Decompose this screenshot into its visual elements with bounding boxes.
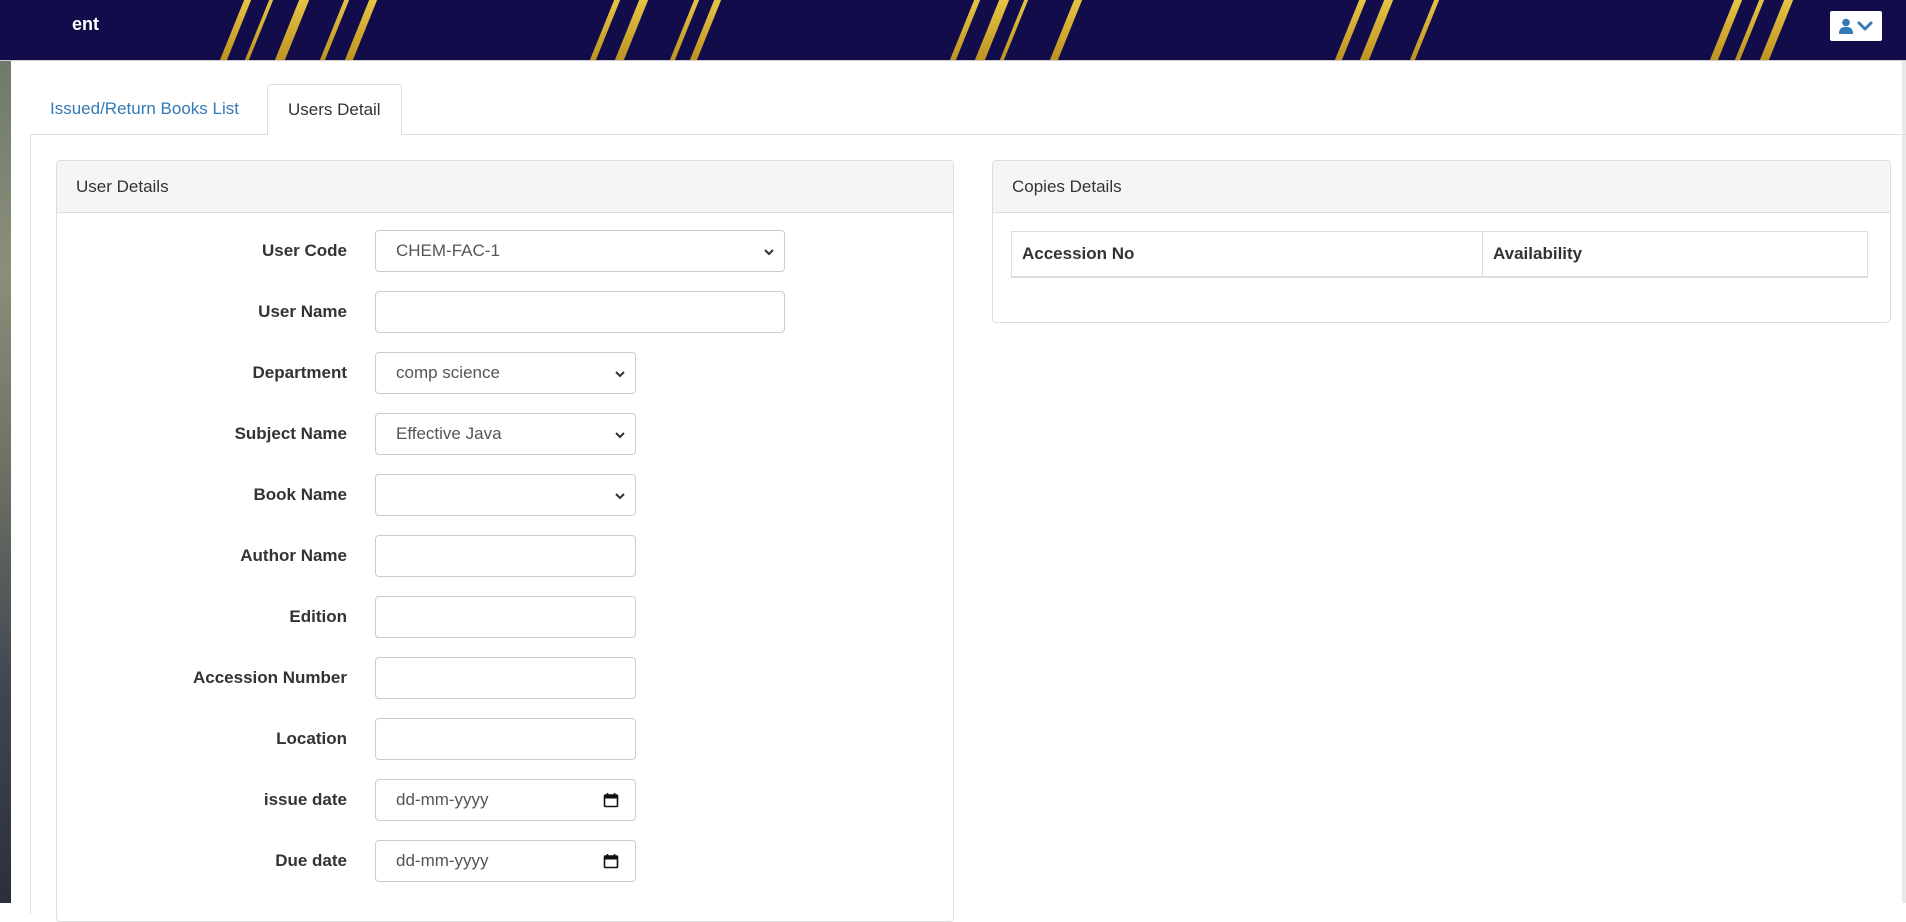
column-header-accession-no[interactable]: Accession No bbox=[1011, 231, 1483, 278]
department-select[interactable]: comp science bbox=[375, 352, 636, 394]
due-date-label: Due date bbox=[275, 851, 347, 870]
banner-stripe bbox=[266, 0, 314, 60]
author-name-input[interactable] bbox=[375, 535, 636, 577]
user-code-label: User Code bbox=[261, 241, 347, 260]
department-label: Department bbox=[252, 363, 347, 382]
user-name-row: User Name bbox=[57, 291, 953, 333]
copies-details-heading: Copies Details bbox=[993, 161, 1890, 213]
issue-date-input[interactable]: dd-mm-yyyy bbox=[375, 779, 636, 821]
subject-name-value: Effective Java bbox=[396, 424, 502, 443]
subject-name-select[interactable]: Effective Java bbox=[375, 413, 636, 455]
author-name-label: Author Name bbox=[240, 546, 347, 565]
tab-users-detail[interactable]: Users Detail bbox=[267, 84, 402, 135]
banner-stripe bbox=[1401, 0, 1444, 60]
edition-input[interactable] bbox=[375, 596, 636, 638]
chevron-down-icon bbox=[615, 493, 625, 500]
copies-table: Accession No Availability bbox=[1011, 231, 1868, 278]
banner-stripe bbox=[1041, 0, 1087, 60]
chevron-down-icon bbox=[615, 432, 625, 439]
calendar-icon[interactable] bbox=[603, 792, 619, 808]
location-label: Location bbox=[276, 729, 347, 748]
user-code-row: User Code CHEM-FAC-1 bbox=[57, 230, 953, 272]
user-code-value: CHEM-FAC-1 bbox=[396, 241, 500, 260]
tab-issued-return-books-list[interactable]: Issued/Return Books List bbox=[30, 84, 259, 134]
chevron-down-icon bbox=[615, 371, 625, 378]
calendar-icon[interactable] bbox=[603, 853, 619, 869]
chevron-down-icon bbox=[764, 249, 774, 256]
book-name-row: Book Name bbox=[57, 474, 953, 516]
user-code-select[interactable]: CHEM-FAC-1 bbox=[375, 230, 785, 272]
accession-number-row: Accession Number bbox=[57, 657, 953, 699]
user-name-input[interactable] bbox=[375, 291, 785, 333]
book-name-select[interactable] bbox=[375, 474, 636, 516]
column-header-availability[interactable]: Availability bbox=[1482, 231, 1868, 278]
copies-details-panel: Copies Details Accession No Availability bbox=[992, 160, 1891, 323]
user-name-label: User Name bbox=[258, 302, 347, 321]
subject-name-row: Subject Name Effective Java bbox=[57, 413, 953, 455]
edition-label: Edition bbox=[289, 607, 347, 626]
tab-bar: Issued/Return Books List Users Detail bbox=[30, 84, 1906, 135]
subject-name-label: Subject Name bbox=[234, 424, 347, 443]
table-header-row: Accession No Availability bbox=[1011, 231, 1868, 278]
top-banner: ent bbox=[0, 0, 1906, 61]
location-row: Location bbox=[57, 718, 953, 760]
book-name-label: Book Name bbox=[253, 485, 347, 504]
issue-date-placeholder: dd-mm-yyyy bbox=[396, 790, 489, 809]
user-details-panel: User Details User Code CHEM-FAC-1 User N… bbox=[56, 160, 954, 922]
banner-stripe bbox=[681, 0, 726, 60]
issue-date-row: issue date dd-mm-yyyy bbox=[57, 779, 953, 821]
department-value: comp science bbox=[396, 363, 500, 382]
location-input[interactable] bbox=[375, 718, 636, 760]
accession-number-label: Accession Number bbox=[193, 668, 347, 687]
user-menu-button[interactable] bbox=[1830, 11, 1882, 41]
accession-number-input[interactable] bbox=[375, 657, 636, 699]
chevron-down-icon bbox=[1857, 21, 1873, 31]
user-details-heading: User Details bbox=[57, 161, 953, 213]
due-date-row: Due date dd-mm-yyyy bbox=[57, 840, 953, 882]
edition-row: Edition bbox=[57, 596, 953, 638]
issue-date-label: issue date bbox=[263, 790, 347, 809]
department-row: Department comp science bbox=[57, 352, 953, 394]
due-date-placeholder: dd-mm-yyyy bbox=[396, 851, 489, 870]
app-title: ent bbox=[72, 14, 99, 34]
user-icon bbox=[1839, 18, 1853, 34]
author-name-row: Author Name bbox=[57, 535, 953, 577]
due-date-input[interactable]: dd-mm-yyyy bbox=[375, 840, 636, 882]
background-image-strip bbox=[0, 60, 11, 903]
